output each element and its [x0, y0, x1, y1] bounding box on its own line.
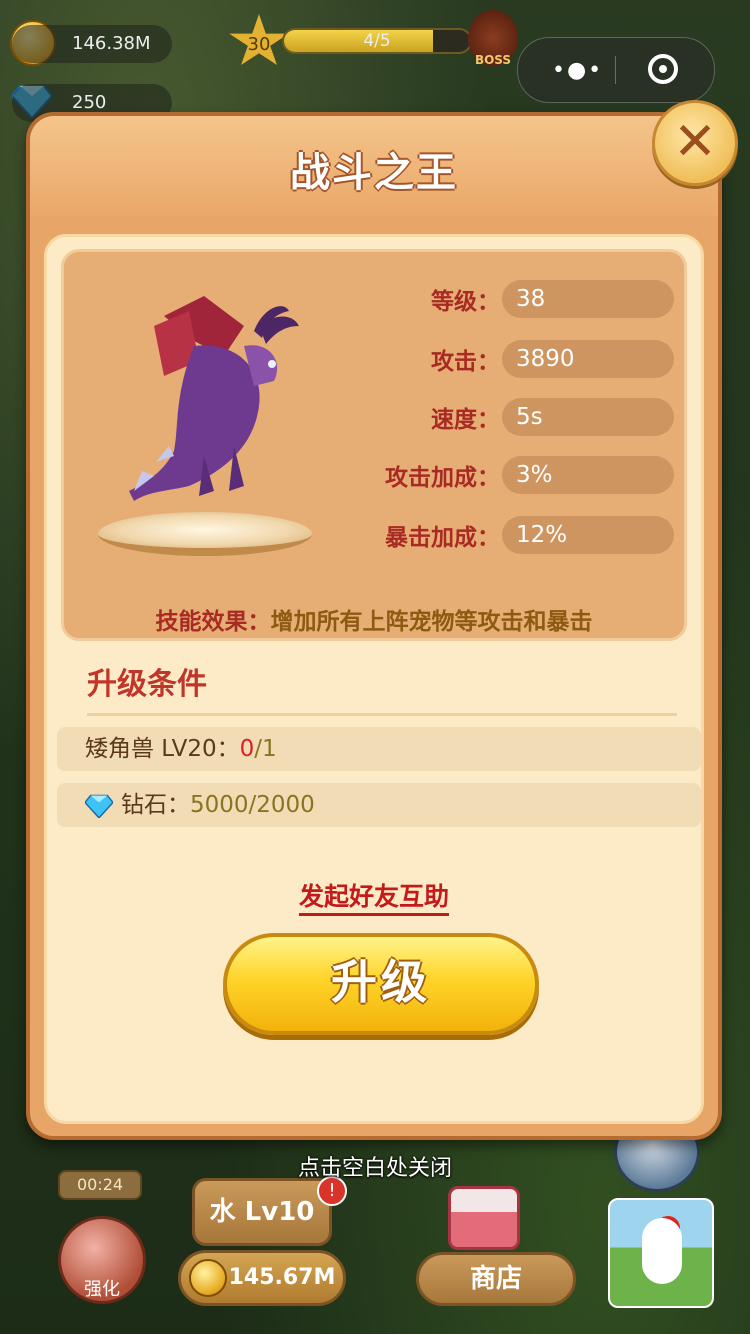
dialog-body: 等级： 38 攻击： 3890 速度： 5s 攻击加成： 3% 暴击加成： 12… [44, 234, 704, 1124]
more-menu-icon[interactable]: •●• [552, 58, 603, 83]
requirements-divider [87, 713, 677, 716]
pet-info-panel: 等级： 38 攻击： 3890 速度： 5s 攻击加成： 3% 暴击加成： 12… [61, 249, 687, 641]
shop-button[interactable]: 商店 [416, 1252, 576, 1306]
water-level-button[interactable]: 水 Lv10 [192, 1178, 332, 1246]
chicken-ad-thumbnail[interactable] [608, 1198, 714, 1308]
tap-blank-to-close-hint[interactable]: 点击空白处关闭 [0, 1150, 750, 1182]
miniprogram-capsule: •●• [517, 37, 715, 103]
requirement-pet-have: 0 [239, 736, 255, 762]
requirement-pet-name: 矮角兽 LV20： [85, 736, 240, 762]
dragon-pet-image [129, 296, 299, 501]
strengthen-button[interactable]: 强化 [58, 1216, 146, 1304]
coin-icon [189, 1259, 227, 1297]
requirement-pet-need: /1 [254, 736, 277, 762]
coin-balance-button[interactable]: 145.67M [178, 1250, 346, 1306]
upgrade-button[interactable]: 升级 [223, 933, 539, 1035]
requirements-title: 升级条件 [87, 667, 207, 702]
stat-level-label: 等级： [431, 289, 500, 315]
stat-attack-bonus-value: 3% [502, 456, 674, 494]
player-level: 30 [247, 34, 271, 55]
skill-effect-label: 技能效果： [155, 609, 271, 635]
stage-progress-text: 4/5 [363, 31, 391, 51]
coin-balance: 145.67M [228, 1265, 336, 1290]
dialog-title: 战斗之王 [290, 150, 458, 196]
pet-pedestal [98, 512, 312, 556]
friend-help-link[interactable]: 发起好友互助 [298, 882, 449, 916]
requirement-diamond-value: 5000/2000 [190, 792, 315, 818]
stat-crit-bonus-value: 12% [502, 516, 674, 554]
skill-effect: 技能效果：增加所有上阵宠物等攻击和暴击 [64, 602, 684, 636]
close-icon[interactable]: ✕ [652, 100, 738, 186]
stat-speed-value: 5s [502, 398, 674, 436]
stat-speed-label: 速度： [431, 407, 500, 433]
water-level-label: 水 Lv10 [209, 1197, 315, 1227]
gold-counter: 146.38M [12, 25, 172, 63]
stat-attack-label: 攻击： [431, 349, 500, 375]
skill-effect-text: 增加所有上阵宠物等攻击和暴击 [270, 609, 593, 635]
gold-value: 146.38M [72, 33, 151, 54]
stat-attack-value: 3890 [502, 340, 674, 378]
exit-miniprogram-icon[interactable] [648, 54, 678, 84]
gem-value: 250 [72, 92, 107, 113]
capsule-divider [615, 56, 616, 84]
stat-attack-bonus-label: 攻击加成： [385, 465, 500, 491]
shop-label: 商店 [469, 1264, 522, 1294]
diamond-icon [85, 794, 113, 818]
boss-icon[interactable]: BOSS [468, 10, 518, 67]
stat-level-value: 38 [502, 280, 674, 318]
friend-help-link-wrap: 发起好友互助 [47, 877, 701, 916]
strengthen-label: 强化 [84, 1279, 120, 1300]
pet-upgrade-dialog: 战斗之王 等级： 38 攻击： 3890 速度： 5s 攻击加成： 3% 暴击加… [26, 112, 722, 1140]
boss-label: BOSS [474, 53, 512, 67]
dialog-header: 战斗之王 [30, 116, 718, 216]
stat-crit-bonus-label: 暴击加成： [385, 525, 500, 551]
stage-progress-bar: 4/5 [282, 28, 472, 54]
requirement-diamond-row: 钻石：5000/2000 [57, 783, 701, 827]
shop-icon[interactable] [448, 1186, 520, 1250]
requirement-pet-row: 矮角兽 LV20：0/1 [57, 727, 701, 771]
requirement-diamond-label: 钻石： [121, 792, 190, 818]
